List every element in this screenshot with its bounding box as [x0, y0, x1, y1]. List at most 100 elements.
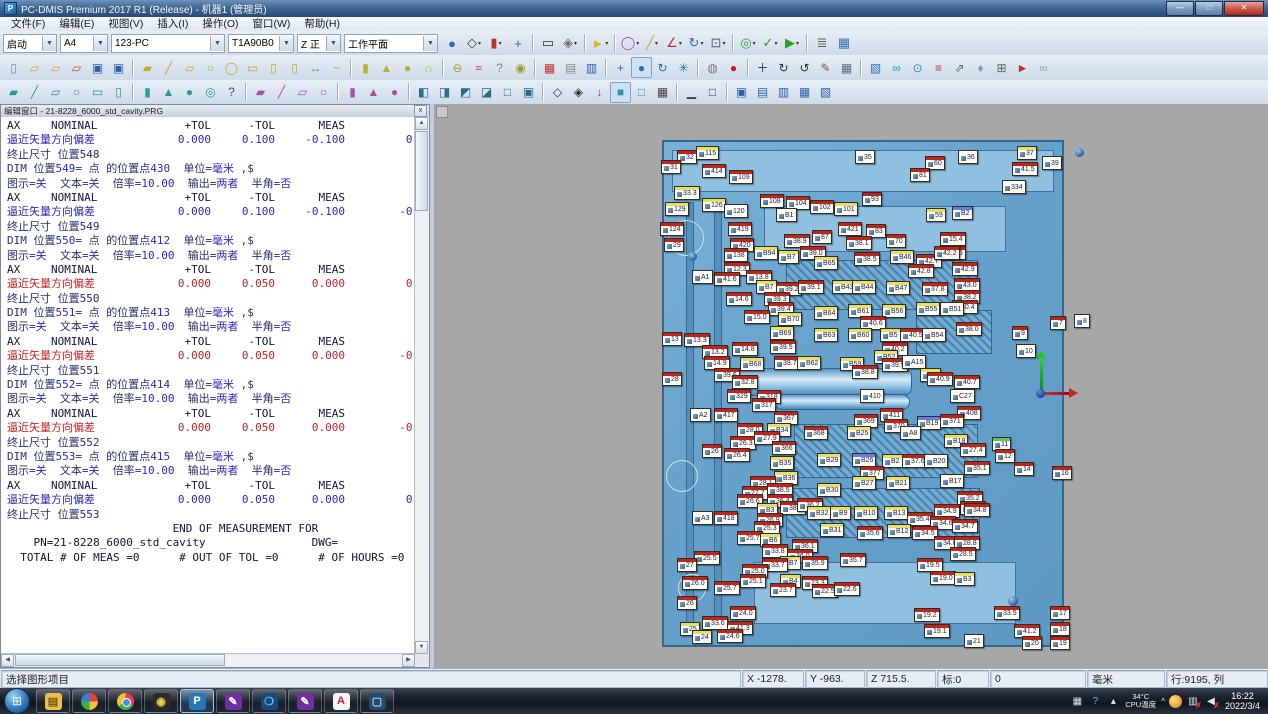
wire-view-icon[interactable]: □ — [631, 82, 652, 103]
shaded-view-icon[interactable]: ■ — [610, 82, 631, 103]
pan-view-icon[interactable]: + — [610, 57, 631, 78]
measurement-label-419[interactable]: 419 — [728, 222, 752, 236]
measurement-label-A15[interactable]: A15 — [902, 355, 926, 369]
measurement-label-B30[interactable]: B30 — [817, 483, 841, 497]
volume-tray-icon[interactable]: ◀✗ — [1204, 694, 1218, 708]
view-top-icon[interactable]: □ — [497, 82, 518, 103]
measurement-label-40.7[interactable]: 40.7 — [954, 375, 980, 389]
edit-window-content[interactable]: AXNOMINAL+TOL-TOLMEASDEV逼近矢量方向偏差0.0000.1… — [1, 117, 415, 654]
meas-notch-icon[interactable]: ▯ — [108, 82, 129, 103]
rotate-3d-icon[interactable]: ↺ — [794, 57, 815, 78]
measurement-label-B1[interactable]: B1 — [776, 208, 797, 222]
measurement-label-368[interactable]: 368 — [804, 426, 828, 440]
taskbar-app-window[interactable]: ▢ — [360, 689, 394, 713]
measurement-label-B9[interactable]: B9 — [830, 506, 851, 520]
save-icon[interactable]: ▣ — [87, 57, 108, 78]
measurement-label-24.0[interactable]: 24.0 — [730, 606, 756, 620]
measurement-label-126[interactable]: 126 — [702, 198, 726, 212]
measurement-label-34.8[interactable]: 34.8 — [964, 503, 990, 517]
meas-cylinder-icon[interactable]: ▮ — [137, 82, 158, 103]
auto-sphere-icon[interactable]: ● — [397, 57, 418, 78]
con-cone-icon[interactable]: ▲ — [363, 82, 384, 103]
measurement-label-19.0[interactable]: 19.0 — [930, 571, 956, 585]
measurement-label-26.0[interactable]: 26.0 — [682, 576, 708, 590]
measurement-label-18[interactable]: 18 — [1050, 622, 1070, 636]
route-people-icon[interactable]: ► — [1012, 57, 1033, 78]
measurement-label-15.0[interactable]: 15.0 — [744, 310, 770, 324]
measurement-label-37.8[interactable]: 37.8 — [922, 282, 948, 296]
measurement-label-42.8[interactable]: 42.8 — [908, 264, 934, 278]
save-as-icon[interactable]: ▣ — [108, 57, 129, 78]
toolbar-options-icon[interactable]: ≣ — [811, 32, 833, 54]
hatch-sphere-icon[interactable]: ◉ — [510, 57, 531, 78]
measurement-label-B19[interactable]: B19 — [917, 416, 941, 430]
meas-circle-icon[interactable]: ○ — [66, 82, 87, 103]
auto-curve-icon[interactable]: ~ — [326, 57, 347, 78]
measurement-label-33.6[interactable]: 33.6 — [702, 616, 728, 630]
start-button[interactable]: ⊞ — [4, 688, 30, 714]
report-view-1-icon[interactable]: ▤ — [752, 82, 773, 103]
meas-line-icon[interactable]: ╱ — [24, 82, 45, 103]
measurement-label-B69[interactable]: B69 — [770, 326, 794, 340]
measurement-label-36[interactable]: 36 — [958, 150, 978, 164]
auto-circle-icon[interactable]: ○ — [200, 57, 221, 78]
workplane-combo[interactable]: 工作平面▼ — [344, 34, 438, 53]
view-bottom-icon[interactable]: ▣ — [518, 82, 539, 103]
measurement-label-35.6[interactable]: 35.6 — [857, 526, 883, 540]
measurement-label-25.1[interactable]: 25.1 — [740, 574, 766, 588]
measurement-label-25.7[interactable]: 25.7 — [737, 531, 763, 545]
measurement-label-37[interactable]: 37 — [1017, 146, 1037, 160]
edit-vertical-scrollbar[interactable]: ▲ ▼ — [414, 117, 429, 654]
measurement-label-38.1[interactable]: 38.1 — [846, 236, 872, 250]
auto-cylinder-icon[interactable]: ▮ — [355, 57, 376, 78]
measurement-label-B47[interactable]: B47 — [886, 281, 910, 295]
clearance-icon-dropdown[interactable]: ▾ — [753, 40, 756, 47]
measurement-label-21[interactable]: 21 — [964, 634, 984, 648]
rgb-layers-icon[interactable]: ≡ — [928, 57, 949, 78]
meas-slot-icon[interactable]: ▭ — [87, 82, 108, 103]
startup-combo-dropdown-icon[interactable]: ▼ — [42, 36, 56, 51]
measurement-label-B65[interactable]: B65 — [814, 256, 838, 270]
measurement-label-B13[interactable]: B13 — [884, 506, 908, 520]
help-feature-icon[interactable]: ? — [489, 57, 510, 78]
measurement-label-39[interactable]: 39 — [1042, 156, 1062, 170]
play-icon[interactable]: ▶▾ — [781, 32, 803, 54]
measurement-label-109[interactable]: 109 — [729, 170, 753, 184]
box-views-icon[interactable]: ⊞ — [991, 57, 1012, 78]
report-view-2-icon[interactable]: ▥ — [773, 82, 794, 103]
measurement-label-B2[interactable]: B2 — [952, 206, 973, 220]
iso-cube-icon[interactable]: ◇ — [547, 82, 568, 103]
probe-touch-icon[interactable]: ↓ — [589, 82, 610, 103]
network-tray-icon[interactable]: ▥✗ — [1186, 694, 1200, 708]
measurement-label-33.3[interactable]: 33.3 — [674, 186, 700, 200]
octahedron-icon[interactable]: ◈ — [568, 82, 589, 103]
measurement-label-35.7[interactable]: 35.7 — [840, 553, 866, 567]
measurement-label-421[interactable]: 421 — [838, 222, 862, 236]
taskbar-bubbles-app[interactable]: ❍ — [252, 689, 286, 713]
measurement-label-41.5[interactable]: 41.5 — [1012, 162, 1038, 176]
measurement-label-B46[interactable]: B46 — [890, 250, 914, 264]
measurement-label-19.2[interactable]: 19.2 — [914, 608, 940, 622]
measurement-label-414[interactable]: 414 — [702, 164, 726, 178]
highlight-sphere-icon[interactable]: ● — [631, 57, 652, 78]
taskbar-chrome[interactable] — [108, 689, 142, 713]
menu-item-2[interactable]: 编辑(E) — [52, 17, 101, 31]
measurement-label-A3[interactable]: A3 — [692, 511, 713, 525]
view-left-icon[interactable]: ◩ — [455, 82, 476, 103]
edit-horizontal-scrollbar[interactable]: ◀ ▶ — [1, 653, 415, 667]
measurement-label-A8[interactable]: A8 — [900, 426, 921, 440]
measurement-label-417[interactable]: 417 — [714, 408, 738, 422]
taskbar-browser-360[interactable] — [72, 689, 106, 713]
measurement-label-366[interactable]: 366 — [772, 441, 796, 455]
gray-cube-icon-dropdown[interactable]: ▾ — [574, 40, 577, 47]
help-tray-icon[interactable]: ? — [1088, 694, 1102, 708]
next-arrow-icon-dropdown[interactable]: ▾ — [605, 40, 608, 47]
auto-line-icon[interactable]: ╱ — [158, 57, 179, 78]
con-circle-icon[interactable]: ○ — [313, 82, 334, 103]
measurement-label-B70[interactable]: B70 — [778, 312, 802, 326]
guess-feature-icon[interactable]: ? — [221, 82, 242, 103]
menu-item-6[interactable]: 窗口(W) — [246, 17, 298, 31]
measurement-label-B17[interactable]: B17 — [940, 474, 964, 488]
measurement-label-B56[interactable]: B56 — [882, 304, 906, 318]
angle-icon-dropdown[interactable]: ▾ — [679, 40, 682, 47]
